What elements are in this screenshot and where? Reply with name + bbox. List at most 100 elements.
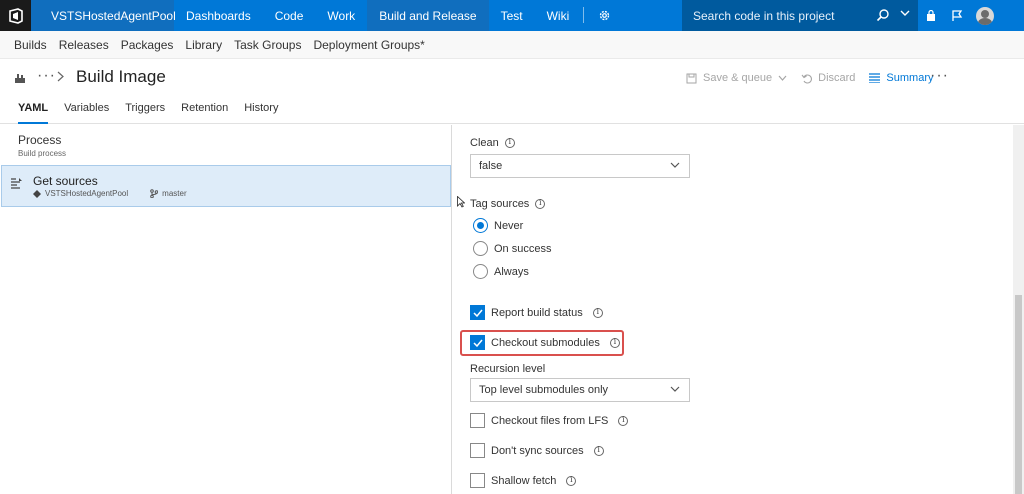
radio-always-label: Always xyxy=(494,265,529,278)
process-panel: Process Build process Get sources VSTSHo… xyxy=(0,125,452,494)
search-input[interactable]: Search code in this project xyxy=(682,0,918,31)
summary-label: Summary xyxy=(886,72,934,84)
clean-select[interactable]: false xyxy=(470,154,690,178)
shallow-fetch-checkbox[interactable]: Shallow fetch xyxy=(470,473,577,488)
tab-history[interactable]: History xyxy=(236,97,286,123)
chevron-down-icon xyxy=(670,162,680,168)
dont-sync-checkbox[interactable]: Don't sync sources xyxy=(470,443,604,458)
get-sources-item[interactable]: Get sources VSTSHostedAgentPool master xyxy=(1,165,451,207)
recursion-select[interactable]: Top level submodules only xyxy=(470,378,690,402)
page-title: Build Image xyxy=(76,67,166,86)
subnav-task-groups[interactable]: Task Groups xyxy=(228,38,307,52)
checkbox-checked[interactable] xyxy=(470,335,485,350)
shallow-fetch-label: Shallow fetch xyxy=(491,474,557,487)
radio-never-button[interactable] xyxy=(473,218,488,233)
toolbar: Save & queue Discard Summary xyxy=(686,69,947,87)
get-sources-label: Get sources xyxy=(33,174,98,188)
info-icon[interactable] xyxy=(592,307,603,318)
nav-build-and-release[interactable]: Build and Release xyxy=(367,0,489,31)
save-queue-label: Save & queue xyxy=(703,72,773,84)
subnav-deployment-groups[interactable]: Deployment Groups* xyxy=(307,38,430,52)
radio-on-success-button[interactable] xyxy=(473,241,488,256)
help-flag-icon[interactable] xyxy=(944,0,970,31)
process-header[interactable]: Process Build process xyxy=(18,133,66,158)
report-build-status-checkbox[interactable]: Report build status xyxy=(470,305,603,320)
tab-variables[interactable]: Variables xyxy=(56,97,117,123)
nav-wiki[interactable]: Wiki xyxy=(535,0,582,31)
radio-always-button[interactable] xyxy=(473,264,488,279)
radio-always[interactable]: Always xyxy=(473,264,529,279)
chevron-down-icon xyxy=(670,386,680,392)
subnav-builds[interactable]: Builds xyxy=(8,38,53,52)
radio-never[interactable]: Never xyxy=(473,218,523,233)
tab-retention[interactable]: Retention xyxy=(173,97,236,123)
checkmark-icon xyxy=(473,339,483,347)
breadcrumb-more-icon[interactable]: ··· xyxy=(37,67,56,85)
radio-on-success-label: On success xyxy=(494,242,552,255)
dont-sync-label: Don't sync sources xyxy=(491,444,584,457)
info-icon[interactable] xyxy=(566,475,577,486)
chevron-down-icon xyxy=(778,75,787,81)
checkout-submodules-checkbox[interactable]: Checkout submodules xyxy=(470,335,620,350)
chevron-down-icon[interactable] xyxy=(900,10,910,16)
sub-nav: Builds Releases Packages Library Task Gr… xyxy=(0,31,1024,59)
subnav-releases[interactable]: Releases xyxy=(53,38,115,52)
info-icon[interactable] xyxy=(593,445,604,456)
subnav-library[interactable]: Library xyxy=(179,38,228,52)
info-icon[interactable] xyxy=(535,198,546,209)
nav-test[interactable]: Test xyxy=(489,0,535,31)
checkbox-checked[interactable] xyxy=(470,305,485,320)
branch-icon xyxy=(150,189,159,198)
list-icon xyxy=(869,73,881,83)
project-selector[interactable]: VSTSHostedAgentPool xyxy=(31,0,176,31)
vsts-logo-icon[interactable] xyxy=(0,0,31,31)
top-right-tools xyxy=(918,0,994,31)
checkout-lfs-checkbox[interactable]: Checkout files from LFS xyxy=(470,413,629,428)
nav-work[interactable]: Work xyxy=(315,0,367,31)
report-build-status-label: Report build status xyxy=(491,306,583,319)
checkmark-icon xyxy=(473,309,483,317)
scrollbar[interactable] xyxy=(1013,125,1024,494)
pool-name: VSTSHostedAgentPool xyxy=(45,189,129,198)
search-placeholder: Search code in this project xyxy=(693,8,835,23)
get-sources-settings: Clean false Tag sources Never On success… xyxy=(453,125,1013,494)
info-icon[interactable] xyxy=(609,337,620,348)
get-sources-meta: VSTSHostedAgentPool master xyxy=(33,189,187,198)
recursion-label: Recursion level xyxy=(470,363,546,375)
checkbox-unchecked[interactable] xyxy=(470,473,485,488)
nav-dashboards[interactable]: Dashboards xyxy=(174,0,263,31)
project-name: VSTSHostedAgentPool xyxy=(51,8,176,23)
hub-nav: Dashboards Code Work Build and Release T… xyxy=(174,0,619,31)
undo-icon xyxy=(801,74,813,83)
radio-never-label: Never xyxy=(494,219,524,232)
checkout-submodules-label: Checkout submodules xyxy=(491,336,600,349)
shopping-bag-icon[interactable] xyxy=(918,0,944,31)
more-actions-icon[interactable]: ··· xyxy=(930,67,949,85)
subnav-packages[interactable]: Packages xyxy=(115,38,180,52)
branch-info: master xyxy=(150,189,187,198)
tag-sources-label-row: Tag sources xyxy=(470,198,546,210)
info-icon[interactable] xyxy=(618,415,629,426)
nav-code[interactable]: Code xyxy=(263,0,316,31)
recursion-value: Top level submodules only xyxy=(479,384,609,396)
checkbox-unchecked[interactable] xyxy=(470,413,485,428)
tab-yaml[interactable]: YAML xyxy=(10,97,56,124)
process-title: Process xyxy=(18,133,62,147)
avatar[interactable] xyxy=(976,6,994,25)
scrollbar-thumb[interactable] xyxy=(1015,295,1022,494)
info-icon[interactable] xyxy=(504,137,515,148)
title-row: ··· Build Image Save & queue Discard Sum… xyxy=(0,59,1024,97)
search-icon[interactable] xyxy=(876,8,890,22)
checkout-lfs-label: Checkout files from LFS xyxy=(491,414,609,427)
nav-divider xyxy=(583,7,585,23)
tag-sources-label: Tag sources xyxy=(470,198,530,210)
checkbox-unchecked[interactable] xyxy=(470,443,485,458)
save-queue-button[interactable]: Save & queue xyxy=(686,72,787,84)
gear-icon[interactable] xyxy=(590,0,619,31)
discard-button[interactable]: Discard xyxy=(801,72,855,84)
tab-triggers[interactable]: Triggers xyxy=(117,97,173,123)
build-definition-icon xyxy=(15,74,25,83)
summary-button[interactable]: Summary xyxy=(869,72,933,84)
radio-on-success[interactable]: On success xyxy=(473,241,551,256)
clean-label: Clean xyxy=(470,137,499,149)
